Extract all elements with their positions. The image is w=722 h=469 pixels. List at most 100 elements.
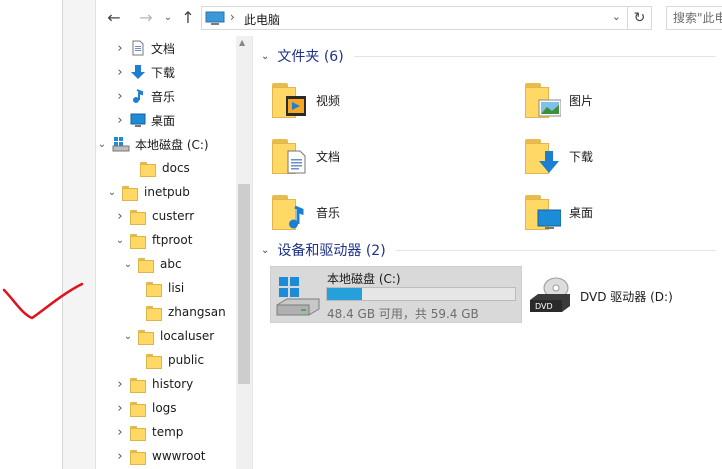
group-divider	[353, 55, 716, 57]
forward-button[interactable]: →	[136, 8, 156, 28]
tree-item[interactable]: ⌄ abc	[122, 252, 182, 276]
desktop-icon	[130, 112, 146, 128]
explorer-window: ← → ⌄ ↑ › 此电脑 ⌄ ↻ ›文档›下载›音乐›桌面⌄本地磁盘 (C:)…	[96, 0, 722, 469]
tree-item[interactable]: › wwwroot	[114, 444, 206, 468]
folder-tile[interactable]: 桌面	[523, 188, 593, 236]
folder-tile[interactable]: 文档	[270, 132, 340, 180]
tree-item-label: wwwroot	[152, 449, 206, 463]
download-icon	[130, 64, 146, 80]
tree-item-label: temp	[152, 425, 184, 439]
expand-chevron-icon[interactable]: ›	[114, 41, 126, 56]
up-button[interactable]: ↑	[178, 8, 198, 28]
address-dropdown-icon[interactable]: ⌄	[612, 10, 621, 23]
back-button[interactable]: ←	[104, 8, 124, 28]
tree-item[interactable]: ⌄ localuser	[122, 324, 214, 348]
tree-item-label: abc	[160, 257, 182, 271]
folder-icon	[130, 233, 146, 249]
collapse-chevron-icon[interactable]: ⌄	[114, 235, 126, 246]
tree-item-label: custerr	[152, 209, 195, 223]
folder-icon	[146, 353, 162, 369]
breadcrumb-chevron-icon[interactable]: ›	[230, 10, 235, 24]
collapse-chevron-icon[interactable]: ⌄	[261, 245, 269, 256]
tree-item[interactable]: › 桌面	[114, 108, 175, 132]
devices-group-header[interactable]: ⌄ 设备和驱动器 (2)	[261, 240, 716, 260]
navigation-tree: › 文档 › 下载 › 音乐 › 桌面 ⌄ 本地磁盘 (C:) docs ⌄ inetpub › custe…	[96, 36, 252, 469]
folder-tile-label: 下载	[569, 149, 594, 164]
left-margin	[0, 0, 62, 469]
search-input[interactable]	[667, 7, 722, 29]
folder-tile-label: 桌面	[569, 205, 594, 220]
music-folder-icon	[270, 192, 310, 232]
expand-chevron-icon[interactable]: ›	[114, 401, 126, 416]
folders-group-title: 文件夹 (6)	[277, 49, 344, 65]
tree-item[interactable]: public	[130, 348, 204, 372]
expand-chevron-icon[interactable]: ›	[114, 89, 126, 104]
folder-tile[interactable]: 图片	[523, 76, 593, 124]
tree-item[interactable]: ⌄ 本地磁盘 (C:)	[96, 132, 209, 156]
tree-item[interactable]: › logs	[114, 396, 177, 420]
expand-chevron-icon[interactable]: ›	[114, 377, 126, 392]
pictures-folder-icon	[523, 80, 563, 120]
collapse-chevron-icon[interactable]: ⌄	[122, 259, 134, 270]
tree-item[interactable]: › temp	[114, 420, 183, 444]
tree-item[interactable]: ⌄ inetpub	[106, 180, 190, 204]
tree-item-label: docs	[162, 161, 190, 175]
drive-c-tile[interactable]: 本地磁盘 (C:) 48.4 GB 可用，共 59.4 GB	[270, 266, 522, 323]
collapse-chevron-icon[interactable]: ⌄	[106, 187, 118, 198]
expand-chevron-icon[interactable]: ›	[114, 113, 126, 128]
tree-item[interactable]: zhangsan	[130, 300, 226, 324]
folder-icon	[140, 161, 156, 177]
this-pc-icon	[205, 11, 225, 25]
folder-icon	[122, 185, 138, 201]
folder-icon	[130, 401, 146, 417]
folder-icon	[130, 425, 146, 441]
collapse-chevron-icon[interactable]: ⌄	[96, 139, 108, 150]
tree-item-label: logs	[152, 401, 177, 415]
refresh-button[interactable]: ↻	[628, 6, 652, 30]
folders-group-header[interactable]: ⌄ 文件夹 (6)	[261, 46, 716, 66]
content-pane: ⌄ 文件夹 (6) 视频 图片文档 下载音乐 桌面 ⌄ 设备和驱动器 (2) 本地磁盘…	[253, 36, 722, 469]
tree-item[interactable]: docs	[124, 156, 190, 180]
folder-tile-label: 音乐	[316, 205, 341, 220]
tree-item[interactable]: lisi	[130, 276, 184, 300]
desktop-folder-icon	[523, 192, 563, 232]
group-divider	[395, 249, 716, 251]
tree-item[interactable]: › 音乐	[114, 84, 175, 108]
search-box[interactable]	[666, 6, 722, 30]
window-frame-strip	[62, 0, 96, 469]
tree-item[interactable]: › history	[114, 372, 193, 396]
tree-item-label: 下载	[151, 65, 176, 80]
folder-tile[interactable]: 下载	[523, 132, 593, 180]
tree-item-label: 音乐	[151, 89, 176, 104]
collapse-chevron-icon[interactable]: ⌄	[261, 51, 269, 62]
dvd-badge-text: DVD	[535, 302, 553, 311]
expand-chevron-icon[interactable]: ›	[114, 209, 126, 224]
scroll-up-arrow-icon[interactable]: ▲	[239, 38, 245, 47]
folder-icon	[130, 209, 146, 225]
expand-chevron-icon[interactable]: ›	[114, 449, 126, 464]
folder-tile[interactable]: 视频	[270, 76, 340, 124]
folder-icon	[146, 281, 162, 297]
tree-item-label: inetpub	[144, 185, 190, 199]
document-icon	[130, 40, 146, 56]
tree-item[interactable]: ⌄ ftproot	[114, 228, 192, 252]
tree-scrollbar-thumb[interactable]	[238, 184, 250, 384]
address-bar[interactable]: › 此电脑 ⌄	[201, 6, 628, 30]
address-text[interactable]: 此电脑	[244, 11, 280, 28]
tree-item[interactable]: › 文档	[114, 36, 175, 60]
expand-chevron-icon[interactable]: ›	[114, 65, 126, 80]
folder-tile[interactable]: 音乐	[270, 188, 340, 236]
collapse-chevron-icon[interactable]: ⌄	[122, 331, 134, 342]
recent-locations-button[interactable]: ⌄	[158, 8, 178, 28]
tree-scrollbar[interactable]: ▲	[236, 36, 252, 469]
folder-tile-label: 视频	[316, 93, 341, 108]
expand-chevron-icon[interactable]: ›	[114, 425, 126, 440]
drive-icon	[112, 136, 130, 152]
tree-item[interactable]: › 下载	[114, 60, 175, 84]
documents-folder-icon	[270, 136, 310, 176]
tree-item-label: 文档	[151, 41, 176, 56]
tree-item-label: zhangsan	[168, 305, 226, 319]
video-folder-icon	[270, 80, 310, 120]
dvd-drive-tile[interactable]: DVD DVD 驱动器 (D:)	[528, 274, 673, 318]
tree-item[interactable]: › custerr	[114, 204, 194, 228]
